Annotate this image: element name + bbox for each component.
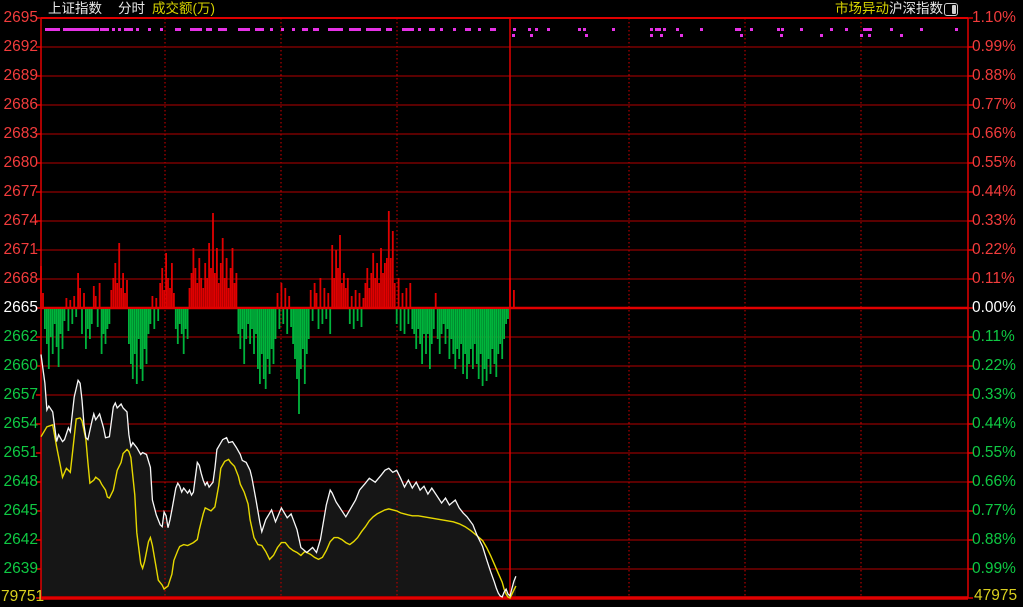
price-tick-label: 2686 bbox=[4, 97, 38, 113]
percent-tick-label: 0.11% bbox=[972, 329, 1015, 345]
price-tick-label: 2660 bbox=[4, 358, 38, 374]
percent-tick-label: 0.99% bbox=[972, 39, 1016, 55]
percent-tick-label: 0.88% bbox=[972, 532, 1016, 548]
price-tick-label: 2654 bbox=[4, 416, 38, 432]
price-tick-label: 2671 bbox=[4, 242, 38, 258]
percent-tick-label: 0.77% bbox=[972, 503, 1016, 519]
percent-tick-label: 0.55% bbox=[972, 155, 1016, 171]
percent-tick-label: 0.99% bbox=[972, 561, 1016, 577]
percent-tick-label: 0.22% bbox=[972, 358, 1016, 374]
price-tick-label: 2695 bbox=[4, 10, 38, 26]
price-tick-label: 2662 bbox=[4, 329, 38, 345]
percent-tick-label: 0.44% bbox=[972, 416, 1016, 432]
price-tick-label: 2639 bbox=[4, 561, 38, 577]
price-tick-label: 2680 bbox=[4, 155, 38, 171]
intraday-chart-window: 上证指数 分时 成交额(万) 市场异动 沪深指数 269526922689268… bbox=[0, 0, 1023, 607]
percent-tick-label: 0.00% bbox=[972, 300, 1016, 316]
price-tick-label: 2645 bbox=[4, 503, 38, 519]
percent-tick-label: 0.77% bbox=[972, 97, 1016, 113]
percent-tick-label: 0.66% bbox=[972, 474, 1016, 490]
percent-tick-label: 0.55% bbox=[972, 445, 1016, 461]
right-volume-value: 47975 bbox=[974, 588, 1017, 604]
price-tick-label: 2677 bbox=[4, 184, 38, 200]
price-tick-label: 2665 bbox=[4, 300, 38, 316]
price-tick-label: 2657 bbox=[4, 387, 38, 403]
percent-tick-label: 0.66% bbox=[972, 126, 1016, 142]
percent-tick-label: 0.33% bbox=[972, 213, 1016, 229]
percent-tick-label: 0.44% bbox=[972, 184, 1016, 200]
price-tick-label: 2674 bbox=[4, 213, 38, 229]
percent-tick-label: 0.33% bbox=[972, 387, 1016, 403]
percent-tick-label: 0.11% bbox=[972, 271, 1015, 287]
percent-tick-label: 0.22% bbox=[972, 242, 1016, 258]
price-tick-label: 2651 bbox=[4, 445, 38, 461]
price-chart-canvas[interactable] bbox=[0, 0, 1023, 607]
price-tick-label: 2668 bbox=[4, 271, 38, 287]
left-volume-value: 79751 bbox=[1, 589, 44, 605]
price-tick-label: 2689 bbox=[4, 68, 38, 84]
price-tick-label: 2692 bbox=[4, 39, 38, 55]
price-tick-label: 2648 bbox=[4, 474, 38, 490]
price-tick-label: 2683 bbox=[4, 126, 38, 142]
percent-tick-label: 0.88% bbox=[972, 68, 1016, 84]
price-tick-label: 2642 bbox=[4, 532, 38, 548]
percent-tick-label: 1.10% bbox=[972, 10, 1016, 26]
